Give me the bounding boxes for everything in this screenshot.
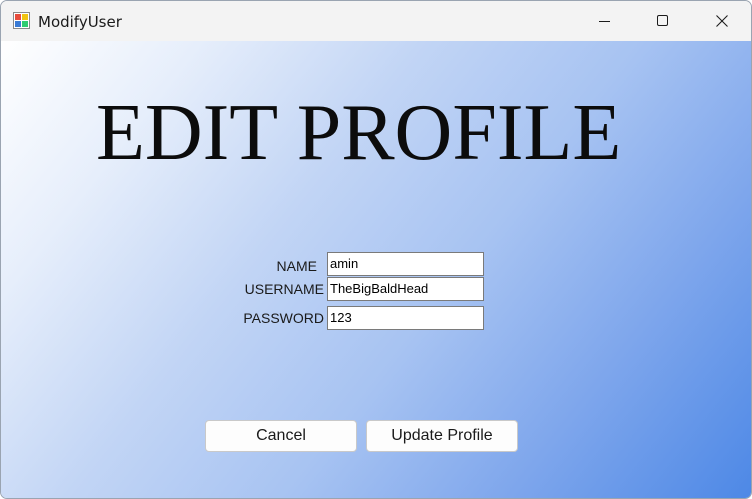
password-label: PASSWORD: [243, 310, 324, 326]
username-field[interactable]: TheBigBaldHead: [327, 277, 484, 301]
minimize-button[interactable]: [576, 1, 634, 41]
maximize-icon: [657, 15, 668, 26]
password-field[interactable]: 123: [327, 306, 484, 330]
update-profile-button-label: Update Profile: [391, 427, 493, 444]
app-icon: [13, 12, 30, 29]
window-title: ModifyUser: [38, 13, 122, 31]
title-bar[interactable]: ModifyUser: [1, 1, 751, 41]
maximize-button[interactable]: [634, 1, 692, 41]
page-title: EDIT PROFILE: [96, 89, 622, 177]
minimize-icon: [599, 21, 610, 22]
cancel-button[interactable]: Cancel: [205, 420, 357, 452]
update-profile-button[interactable]: Update Profile: [366, 420, 518, 452]
name-field[interactable]: amin: [327, 252, 484, 276]
close-button[interactable]: [693, 1, 751, 41]
form-client-area: EDIT PROFILE NAME amin USERNAME TheBigBa…: [1, 41, 751, 498]
modify-user-window: ModifyUser EDIT PROFILE NAME amin USERNA…: [0, 0, 752, 499]
cancel-button-label: Cancel: [256, 427, 306, 444]
username-label: USERNAME: [244, 281, 324, 297]
name-label: NAME: [276, 258, 317, 274]
close-icon: [716, 15, 728, 27]
